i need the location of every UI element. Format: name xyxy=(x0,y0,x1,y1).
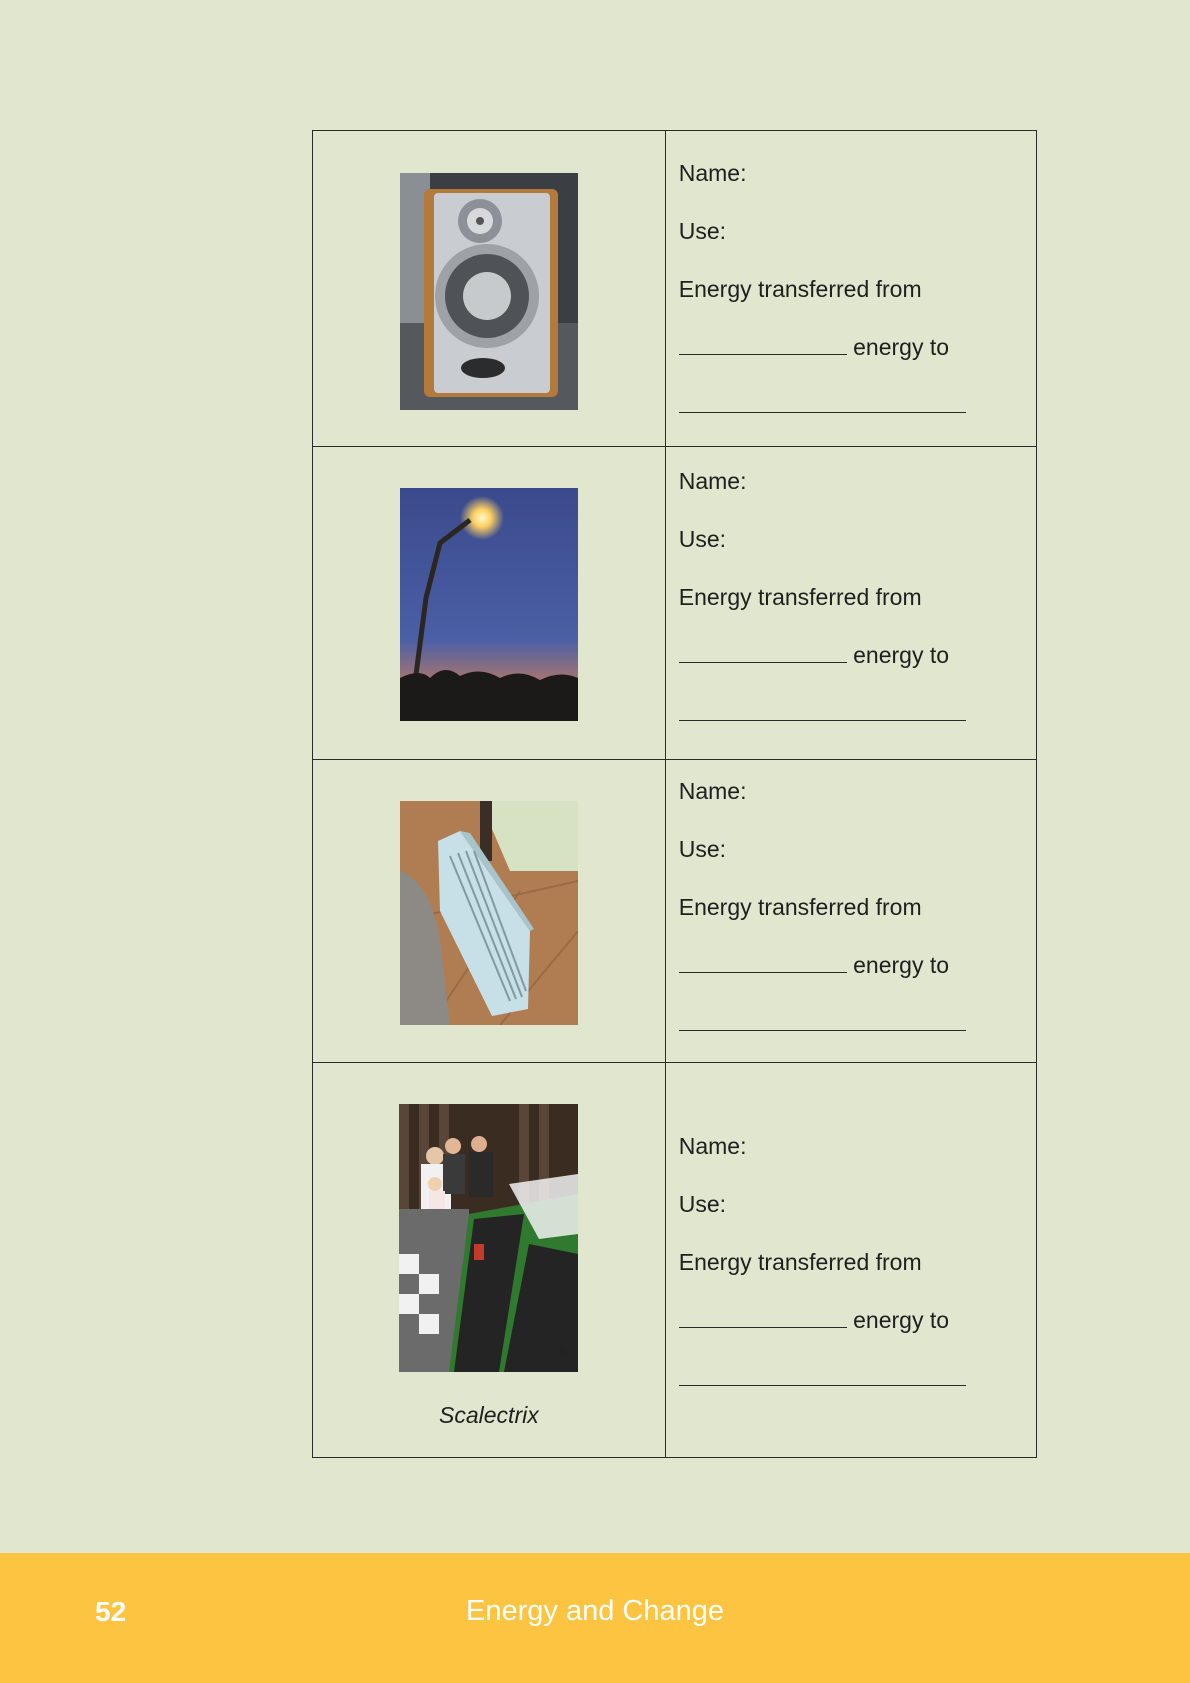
text-cell: Name: Use: Energy transferred from energ… xyxy=(664,130,1038,447)
final-answer-line xyxy=(678,376,1036,434)
table-row: Name: Use: Energy transferred from energ… xyxy=(312,130,1038,447)
final-answer-line xyxy=(678,1349,1036,1407)
answer-blank[interactable] xyxy=(678,336,847,355)
answer-blank[interactable] xyxy=(678,644,847,663)
name-label: Name: xyxy=(678,778,747,804)
energy-to-label: energy to xyxy=(853,1307,950,1333)
worksheet-table: Name: Use: Energy transferred from energ… xyxy=(312,130,1038,1458)
answer-blank[interactable] xyxy=(678,702,966,721)
final-answer-line xyxy=(678,684,1036,742)
slot-car-track-photo: 5 xyxy=(399,1104,579,1372)
answer-blank[interactable] xyxy=(678,394,966,413)
table-row: Name: Use: Energy transferred from energ… xyxy=(312,759,1038,1063)
table-row: Name: Use: Energy transferred from energ… xyxy=(312,446,1038,760)
text-cell: Name: Use: Energy transferred from energ… xyxy=(664,1062,1038,1458)
energy-from-label: Energy transferred from xyxy=(678,276,922,302)
energy-from-label: Energy transferred from xyxy=(678,894,922,920)
oil-heater-photo xyxy=(399,801,578,1025)
table-row: 5 Scalectrix Name: Use: Energy transferr… xyxy=(312,1062,1038,1458)
energy-to-label: energy to xyxy=(853,642,950,668)
energy-to-line: energy to xyxy=(678,936,1036,994)
use-label: Use: xyxy=(678,218,727,244)
loudspeaker-photo xyxy=(399,173,578,410)
energy-from-label: Energy transferred from xyxy=(678,1249,922,1275)
text-cell: Name: Use: Energy transferred from energ… xyxy=(664,759,1038,1063)
energy-to-line: energy to xyxy=(678,1291,1036,1349)
photo-label: 5 xyxy=(559,1343,567,1359)
name-label: Name: xyxy=(678,160,747,186)
use-label: Use: xyxy=(678,836,727,862)
energy-from-label: Energy transferred from xyxy=(678,584,922,610)
answer-blank[interactable] xyxy=(678,1012,966,1031)
image-cell xyxy=(312,130,666,447)
page-footer: 52 Energy and Change xyxy=(0,1553,1190,1683)
footer-title: Energy and Change xyxy=(466,1595,724,1627)
final-answer-line xyxy=(678,994,1036,1052)
image-cell xyxy=(312,446,666,760)
answer-blank[interactable] xyxy=(678,1309,847,1328)
energy-to-line: energy to xyxy=(678,318,1036,376)
use-label: Use: xyxy=(678,1191,727,1217)
answer-blank[interactable] xyxy=(678,1367,966,1386)
image-caption: Scalectrix xyxy=(439,1402,539,1428)
answer-blank[interactable] xyxy=(678,954,847,973)
use-label: Use: xyxy=(678,526,727,552)
energy-to-label: energy to xyxy=(853,334,950,360)
image-cell: 5 Scalectrix xyxy=(312,1062,666,1458)
energy-to-label: energy to xyxy=(853,952,950,978)
name-label: Name: xyxy=(678,468,747,494)
street-lamp-photo xyxy=(399,488,578,721)
name-label: Name: xyxy=(678,1133,747,1159)
image-cell xyxy=(312,759,666,1063)
energy-to-line: energy to xyxy=(678,626,1036,684)
text-cell: Name: Use: Energy transferred from energ… xyxy=(664,446,1038,760)
